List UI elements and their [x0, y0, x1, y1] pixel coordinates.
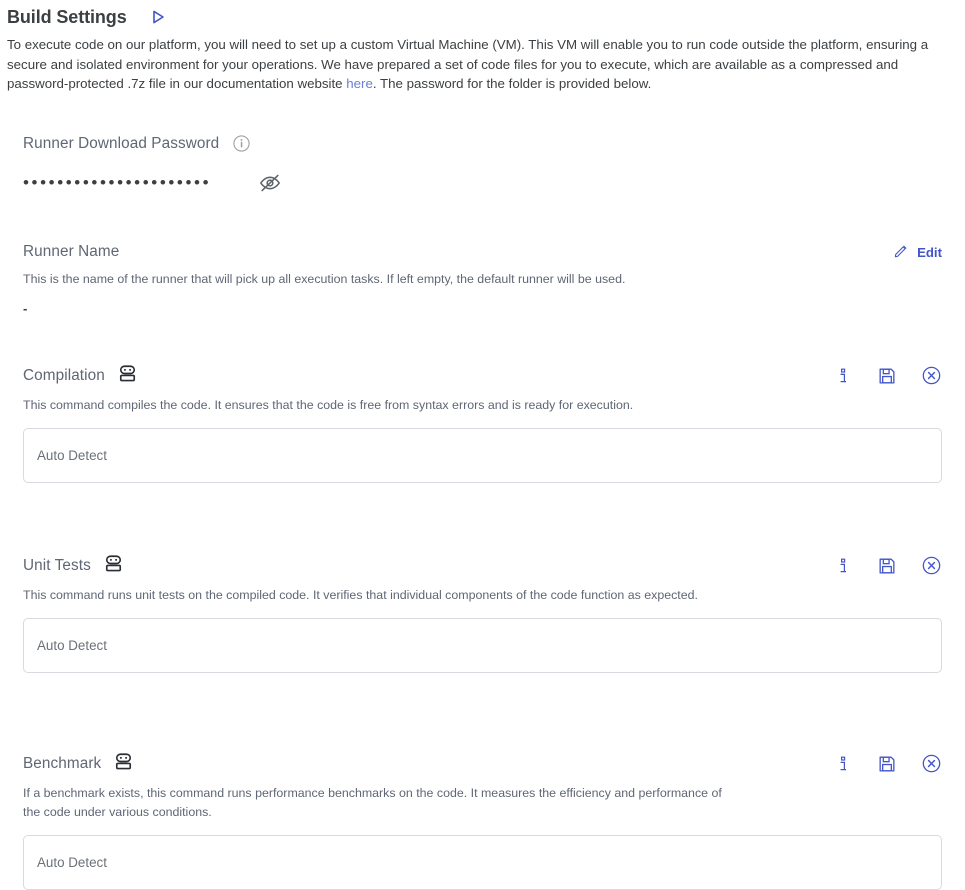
save-floppy-icon[interactable]	[876, 555, 898, 577]
page-title: Build Settings	[7, 6, 127, 27]
unit-tests-actions	[832, 555, 942, 577]
runner-name-label: Runner Name	[23, 243, 120, 260]
unit-tests-title-group: Unit Tests	[23, 554, 123, 578]
info-icon[interactable]	[832, 753, 854, 775]
save-floppy-icon[interactable]	[876, 365, 898, 387]
unit-tests-title: Unit Tests	[23, 556, 91, 574]
documentation-link[interactable]: here	[346, 76, 373, 91]
runner-name-header: Runner Name Edit	[23, 243, 942, 262]
compilation-command-input[interactable]	[23, 427, 942, 483]
unit-tests-header: Unit Tests	[23, 554, 942, 578]
compilation-header: Compilation	[23, 364, 942, 388]
edit-runner-name-button[interactable]: Edit	[893, 243, 942, 262]
compilation-actions	[832, 365, 942, 387]
benchmark-description: If a benchmark exists, this command runs…	[23, 785, 722, 819]
runner-name-description: This is the name of the runner that will…	[23, 271, 626, 286]
runner-name-section: Runner Name Edit This is the name of the…	[23, 243, 942, 316]
robot-icon[interactable]	[118, 364, 137, 388]
intro-text-after: . The password for the folder is provide…	[372, 76, 652, 91]
unit-tests-description: This command runs unit tests on the comp…	[23, 587, 698, 602]
password-label: Runner Download Password	[23, 134, 220, 152]
benchmark-command-input[interactable]	[23, 834, 942, 890]
benchmark-title-group: Benchmark	[23, 752, 133, 776]
cancel-circle-icon[interactable]	[920, 555, 942, 577]
compilation-title-group: Compilation	[23, 364, 137, 388]
compilation-section: Compilation This command compiles the co…	[23, 364, 942, 483]
page-header: Build Settings	[0, 0, 965, 28]
runner-name-value: -	[23, 300, 28, 316]
play-icon[interactable]	[147, 6, 169, 28]
intro-paragraph: To execute code on our platform, you wil…	[7, 35, 952, 94]
compilation-title: Compilation	[23, 366, 105, 384]
info-icon[interactable]	[832, 365, 854, 387]
benchmark-header: Benchmark	[23, 752, 942, 776]
benchmark-title: Benchmark	[23, 754, 102, 772]
unit-tests-command-input[interactable]	[23, 617, 942, 673]
cancel-circle-icon[interactable]	[920, 365, 942, 387]
pencil-icon	[893, 243, 909, 262]
runner-download-password-section: Runner Download Password •••••••••••••••…	[23, 135, 942, 195]
benchmark-actions	[832, 753, 942, 775]
info-circle-icon[interactable]	[232, 135, 250, 153]
password-value-row: ••••••••••••••••••••••	[23, 171, 942, 195]
edit-button-label: Edit	[917, 244, 942, 260]
eye-off-icon[interactable]	[258, 171, 282, 195]
robot-icon[interactable]	[104, 554, 123, 578]
unit-tests-section: Unit Tests This command runs unit tests …	[23, 554, 942, 673]
compilation-description: This command compiles the code. It ensur…	[23, 397, 634, 412]
robot-icon[interactable]	[114, 752, 133, 776]
password-masked-value: ••••••••••••••••••••••	[23, 172, 212, 192]
save-floppy-icon[interactable]	[876, 753, 898, 775]
benchmark-section: Benchmark If a benchmark exists, this co…	[23, 752, 942, 890]
password-header: Runner Download Password	[23, 135, 942, 153]
info-icon[interactable]	[832, 555, 854, 577]
cancel-circle-icon[interactable]	[920, 753, 942, 775]
